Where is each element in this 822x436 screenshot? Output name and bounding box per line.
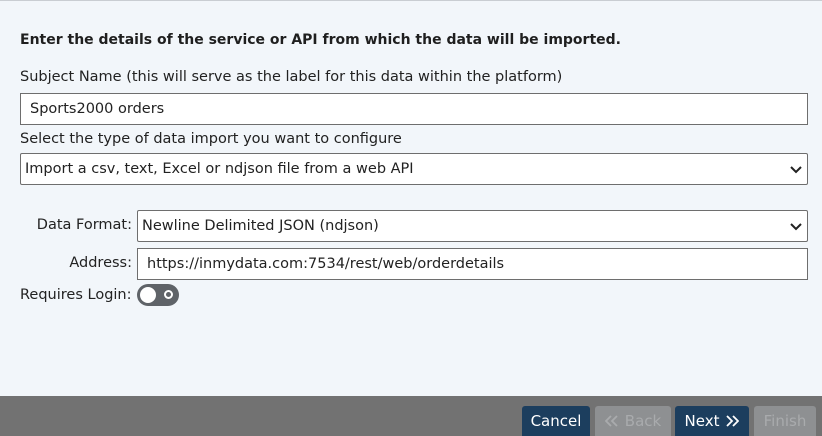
data-format-value: Newline Delimited JSON (ndjson) (142, 218, 379, 234)
top-divider (0, 0, 822, 1)
requires-login-label: Requires Login: (20, 287, 132, 303)
double-chevron-left-icon (604, 415, 618, 427)
double-chevron-right-icon (726, 415, 740, 427)
intro-heading: Enter the details of the service or API … (20, 32, 621, 48)
back-button[interactable]: Back (595, 406, 671, 436)
data-format-select[interactable]: Newline Delimited JSON (ndjson) (137, 210, 808, 242)
requires-login-toggle[interactable] (137, 284, 179, 306)
address-value: https://inmydata.com:7534/rest/web/order… (147, 256, 505, 272)
finish-label: Finish (763, 412, 807, 430)
address-label: Address: (69, 255, 132, 271)
back-label: Back (624, 412, 662, 430)
chevron-down-icon (790, 223, 802, 231)
subject-name-input[interactable]: Sports2000 orders (20, 93, 808, 125)
subject-name-label: Subject Name (this will serve as the lab… (20, 69, 563, 85)
import-type-label: Select the type of data import you want … (20, 131, 402, 147)
import-type-value: Import a csv, text, Excel or ndjson file… (25, 161, 414, 177)
finish-button[interactable]: Finish (754, 406, 816, 436)
address-input[interactable]: https://inmydata.com:7534/rest/web/order… (137, 248, 808, 280)
next-label: Next (684, 412, 720, 430)
cancel-label: Cancel (530, 412, 582, 430)
subject-name-value: Sports2000 orders (30, 101, 165, 117)
toggle-knob (140, 287, 156, 303)
chevron-down-icon (790, 166, 802, 174)
data-format-label: Data Format: (36, 217, 132, 233)
import-type-select[interactable]: Import a csv, text, Excel or ndjson file… (20, 153, 808, 185)
cancel-button[interactable]: Cancel (522, 406, 590, 436)
next-button[interactable]: Next (675, 406, 749, 436)
toggle-off-indicator-icon (164, 290, 173, 299)
